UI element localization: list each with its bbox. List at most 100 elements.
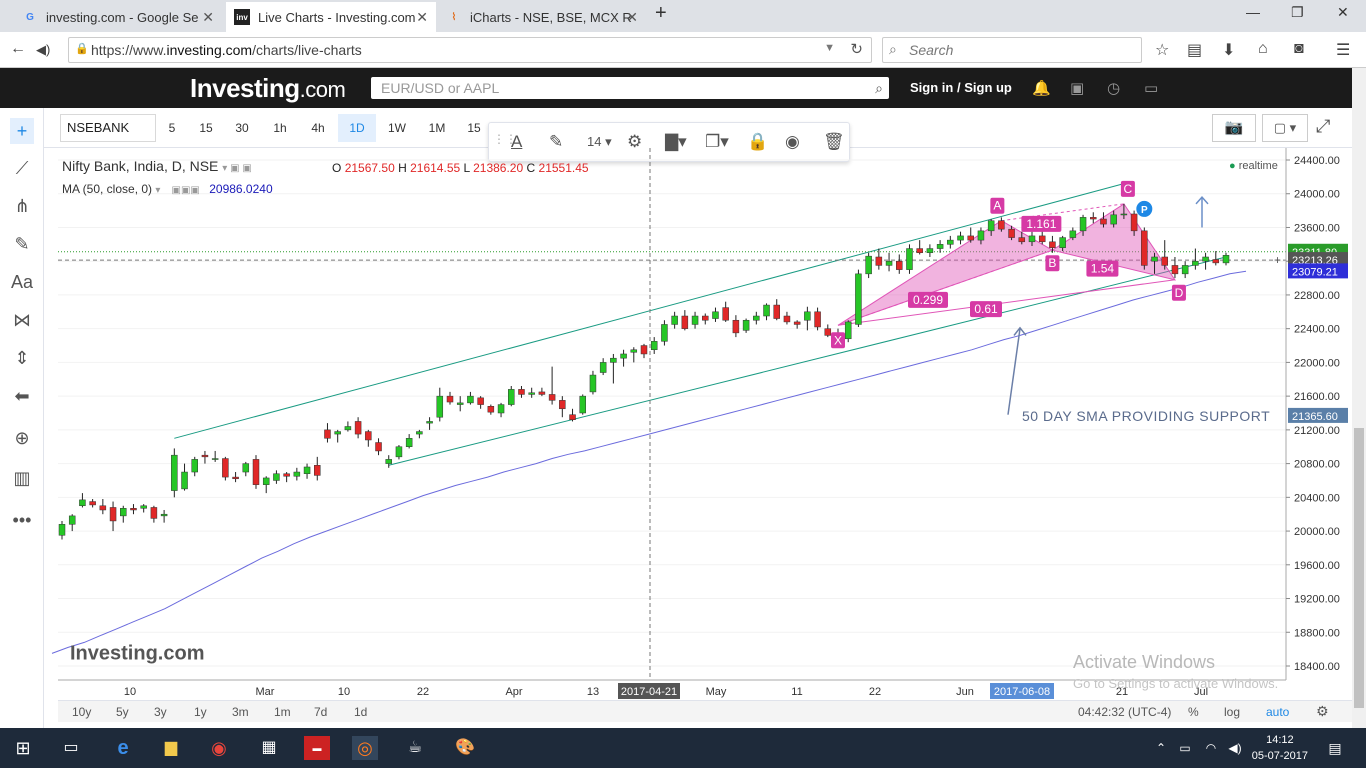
search-icon: ⌕ (875, 80, 883, 96)
sign-up-link[interactable]: Sign up (964, 80, 1012, 95)
symbol-input[interactable]: NSEBANK (60, 114, 156, 142)
close-window-icon[interactable]: ✕ (1337, 4, 1349, 21)
url-bar[interactable]: 🔒 https://www. investing.com/charts/live-… (68, 37, 872, 63)
close-icon[interactable]: ✕ (626, 9, 638, 26)
auto-toggle[interactable]: auto (1266, 705, 1289, 719)
text-tool-icon[interactable]: Aa (10, 272, 34, 293)
chrome-icon[interactable]: ◉ (206, 736, 232, 760)
crosshair-icon[interactable]: + (10, 118, 34, 144)
interval-5[interactable]: 5 (160, 114, 184, 142)
portfolio-icon[interactable]: ▣ (1070, 79, 1084, 97)
interval-15-more[interactable]: 15 (460, 114, 488, 142)
ma-label: MA (50, close, 0) (62, 182, 153, 196)
camera-icon[interactable]: 📷 (1212, 114, 1256, 142)
browser-search-input[interactable]: ⌕ Search (882, 37, 1142, 63)
trend-line-icon[interactable]: ⟋ (10, 158, 34, 179)
tab-icharts[interactable]: ⌇ iCharts - NSE, BSE, MCX R ✕ (438, 2, 646, 32)
chart-style-icon[interactable]: ▢ ▾ (1262, 114, 1308, 142)
bookmark-star-icon[interactable]: ☆ (1155, 40, 1169, 60)
range-1d[interactable]: 1d (354, 705, 367, 719)
maximize-icon[interactable]: ❐ (1291, 4, 1304, 21)
scrollbar-thumb[interactable] (1354, 428, 1364, 708)
site-search-input[interactable]: EUR/USD or AAPL ⌕ (371, 77, 889, 99)
range-1y[interactable]: 1y (194, 705, 207, 719)
back-icon[interactable]: ← (10, 40, 26, 58)
candle-body (273, 473, 280, 481)
clock-icon[interactable]: ◷ (1107, 79, 1120, 97)
interval-1m[interactable]: 1M (420, 114, 454, 142)
tab-google[interactable]: G investing.com - Google Se ✕ (14, 2, 222, 32)
taskbar-clock[interactable]: 14:12 05-07-2017 (1252, 732, 1308, 764)
close-icon[interactable]: ✕ (416, 9, 428, 26)
wifi-icon[interactable]: ◠ (1198, 736, 1224, 760)
task-view-icon[interactable]: ▭ (58, 736, 84, 760)
notifications-icon[interactable]: ▤ (1322, 736, 1348, 760)
candle-body (896, 260, 903, 270)
bell-icon[interactable]: 🔔 (1032, 79, 1051, 97)
reload-icon[interactable]: ↻ (850, 40, 863, 58)
firefox-icon[interactable]: ◎ (352, 736, 378, 760)
fullscreen-icon[interactable]: ⤢ (1316, 116, 1330, 137)
interval-1h[interactable]: 1h (266, 114, 294, 142)
gear-icon[interactable]: ⚙ (1316, 703, 1329, 720)
us-flag-icon[interactable]: ▭ (1144, 79, 1158, 97)
home-icon[interactable]: ⌂ (1258, 40, 1268, 58)
tray-up-icon[interactable]: ⌃ (1148, 736, 1174, 760)
new-tab-icon[interactable]: + (655, 2, 667, 25)
zoom-icon[interactable]: ⊕ (10, 428, 34, 449)
interval-1d[interactable]: 1D (338, 114, 376, 142)
interval-4h[interactable]: 4h (302, 114, 334, 142)
speaker-icon[interactable]: ◀) (36, 42, 50, 58)
fib-tool-icon[interactable]: ⋔ (10, 196, 34, 217)
windows-start-icon[interactable]: ⊞ (10, 736, 36, 760)
range-3y[interactable]: 3y (154, 705, 167, 719)
app-icon[interactable]: ▬ (304, 736, 330, 760)
file-explorer-icon[interactable]: ▆ (158, 736, 184, 760)
range-1m[interactable]: 1m (274, 705, 291, 719)
pattern-tool-icon[interactable]: ⋈ (10, 310, 34, 331)
dropdown-icon[interactable]: ▼ (824, 42, 835, 54)
edge-icon[interactable]: e (110, 736, 136, 760)
candle-body (68, 515, 76, 525)
battery-icon[interactable]: ▭ (1172, 736, 1198, 760)
reading-list-icon[interactable]: ▤ (1187, 40, 1202, 60)
price-chart[interactable]: 18400.00 18800.00 19200.00 19600.00 20000.00… (44, 148, 1352, 700)
ma-settings-icon[interactable]: ▾ ▣▣▣ (155, 185, 199, 196)
java-icon[interactable]: ☕ (402, 736, 428, 760)
page-scrollbar[interactable] (1352, 68, 1366, 728)
menu-icon[interactable]: ☰ (1336, 40, 1350, 60)
range-10y[interactable]: 10y (72, 705, 91, 719)
percent-toggle[interactable]: % (1188, 705, 1199, 719)
range-3m[interactable]: 3m (232, 705, 249, 719)
interval-1w[interactable]: 1W (380, 114, 414, 142)
range-7d[interactable]: 7d (314, 705, 327, 719)
arrow-left-icon[interactable]: ⬅ (10, 386, 34, 407)
minimize-icon[interactable]: — (1246, 4, 1260, 20)
label-text: A (993, 199, 1001, 213)
tab-live-charts[interactable]: inv Live Charts - Investing.com ✕ (226, 2, 436, 32)
measure-tool-icon[interactable]: ⇕ (10, 348, 34, 369)
legend-dropdown-icon[interactable]: ▾ ▣ ▣ (222, 163, 251, 174)
site-search-placeholder: EUR/USD or AAPL (381, 80, 500, 96)
brush-icon[interactable]: ✎ (10, 234, 34, 255)
paint-icon[interactable]: 🎨 (452, 736, 478, 760)
range-5y[interactable]: 5y (116, 705, 129, 719)
y-tick-label: 21600.00 (1294, 391, 1340, 403)
more-icon[interactable]: ••• (10, 510, 34, 531)
site-logo[interactable]: Investing.com (190, 73, 346, 104)
calculator-icon[interactable]: ▦ (256, 736, 282, 760)
sign-in-link[interactable]: Sign in (910, 80, 953, 95)
ruler-icon[interactable]: ▥ (10, 468, 34, 489)
candle-body (885, 260, 893, 266)
label-text: B (1048, 256, 1056, 270)
interval-15[interactable]: 15 (192, 114, 220, 142)
pocket-icon[interactable]: ◙ (1294, 40, 1304, 58)
close-icon[interactable]: ✕ (202, 9, 214, 26)
candle-body (365, 431, 372, 441)
log-toggle[interactable]: log (1224, 705, 1240, 719)
candle-body (620, 353, 627, 359)
download-icon[interactable]: ⬇ (1222, 40, 1235, 60)
volume-icon[interactable]: ◀) (1222, 736, 1248, 760)
ratio-label: 1.161 (1021, 215, 1062, 232)
interval-30[interactable]: 30 (228, 114, 256, 142)
